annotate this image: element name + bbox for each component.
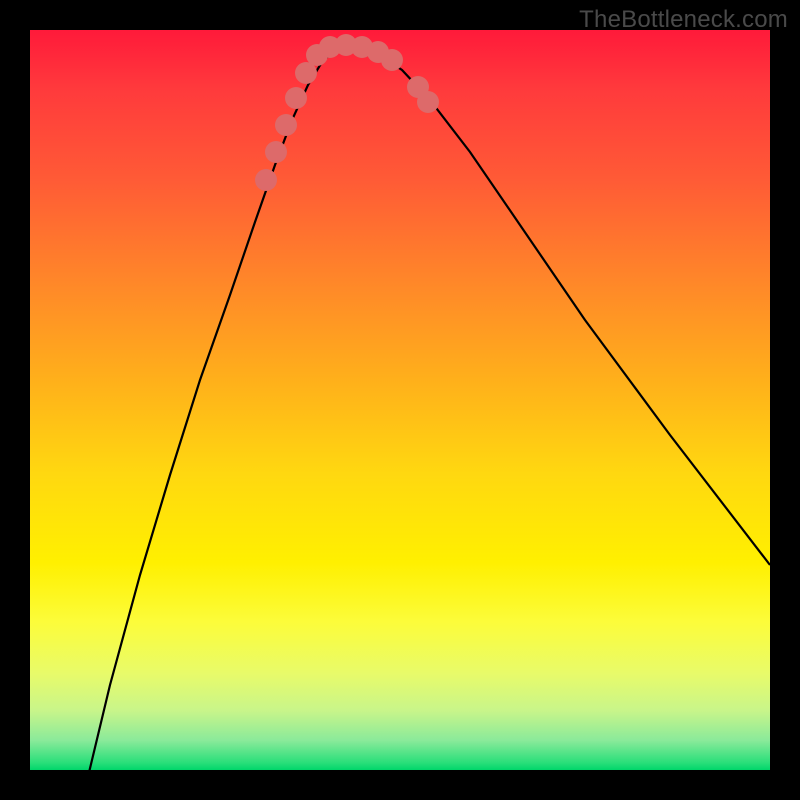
curve-marker xyxy=(285,87,307,109)
bottleneck-curve xyxy=(80,47,770,800)
outer-frame: TheBottleneck.com xyxy=(0,0,800,800)
curve-marker xyxy=(265,141,287,163)
curve-markers xyxy=(255,34,439,191)
curve-marker xyxy=(417,91,439,113)
curve-marker xyxy=(381,49,403,71)
plot-area xyxy=(30,30,770,770)
curve-marker xyxy=(255,169,277,191)
chart-svg xyxy=(30,30,770,770)
curve-marker xyxy=(275,114,297,136)
